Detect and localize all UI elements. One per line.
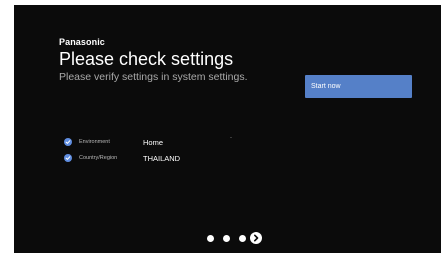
start-now-button[interactable]: Start now: [305, 75, 412, 98]
setting-value: THAILAND: [143, 153, 181, 163]
setting-row-country-region: Country/Region THAILAND: [64, 152, 180, 164]
check-circle-icon: [64, 154, 72, 162]
page-subtitle: Please verify settings in system setting…: [59, 71, 248, 83]
tv-screen: Panasonic Please check settings Please v…: [14, 5, 441, 253]
step-pager: [207, 232, 262, 244]
page-title: Please check settings: [59, 49, 234, 69]
setting-row-environment: Environment Home: [64, 136, 163, 148]
setting-label: Environment: [79, 139, 110, 145]
step-dot: [223, 234, 230, 242]
setting-value: Home: [143, 137, 164, 147]
chevron-right-circle-icon[interactable]: [250, 232, 262, 244]
step-dot: [207, 234, 214, 242]
check-circle-icon: [64, 138, 72, 146]
brand-logo: Panasonic: [59, 37, 105, 47]
step-dot: [239, 234, 246, 242]
setting-label: Country/Region: [79, 155, 118, 161]
divider-mark: [230, 137, 232, 138]
